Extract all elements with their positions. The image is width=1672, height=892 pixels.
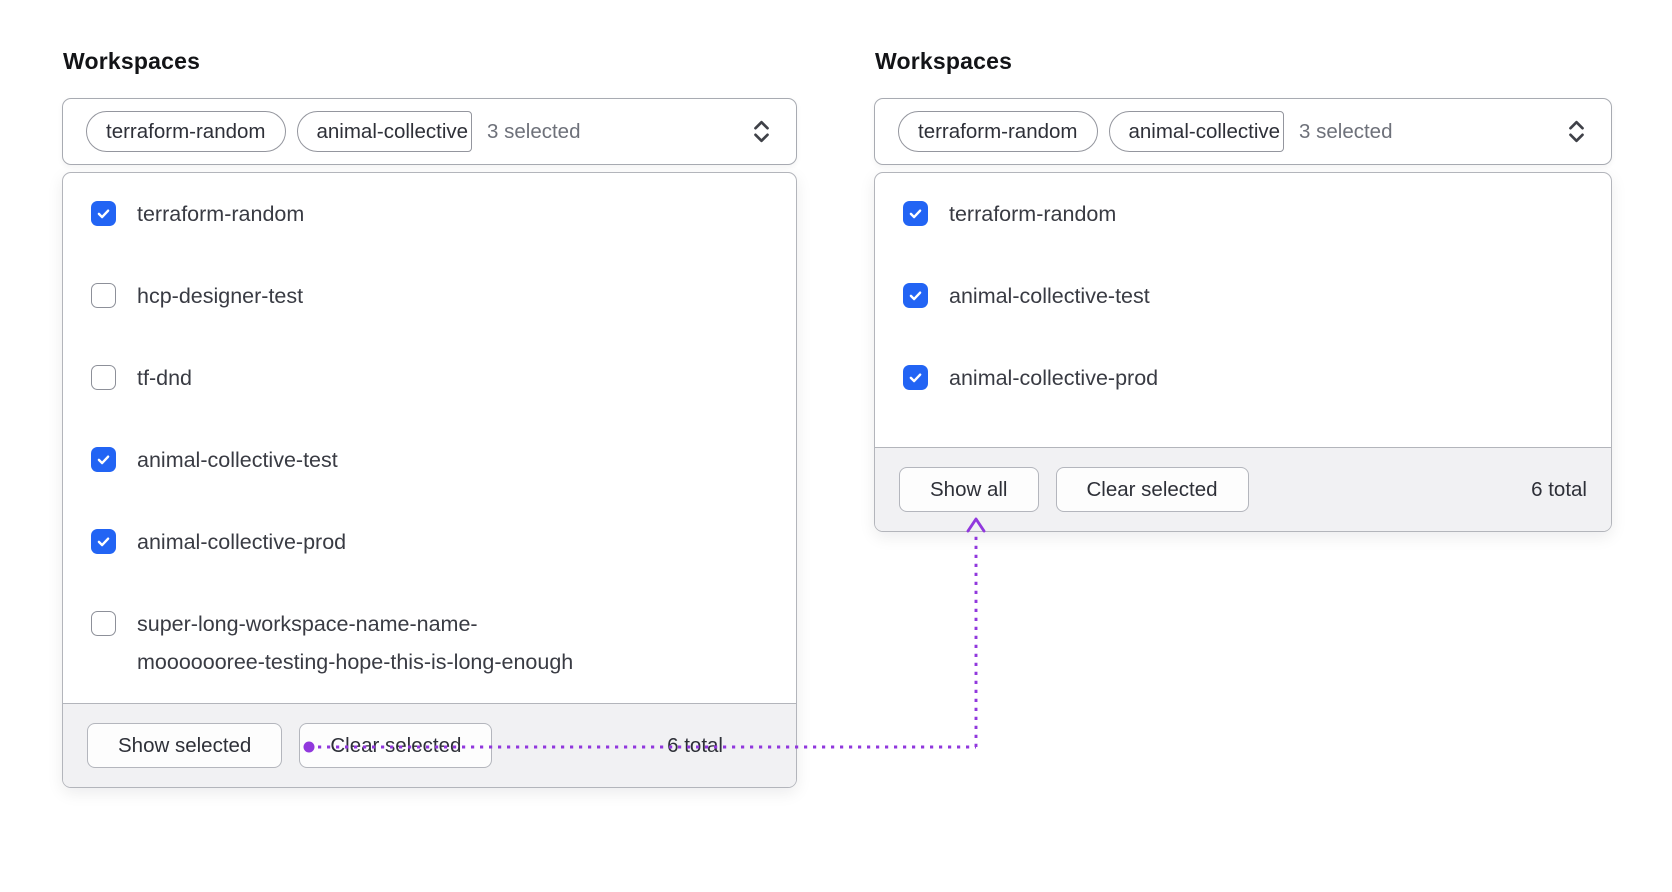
- list-item[interactable]: super-long-workspace-name-name-moooooore…: [91, 583, 768, 703]
- page-title: Workspaces: [63, 48, 201, 74]
- list-item[interactable]: animal-collective-test: [91, 419, 768, 501]
- checkbox[interactable]: [903, 201, 928, 226]
- checkbox[interactable]: [91, 201, 116, 226]
- checkbox[interactable]: [903, 283, 928, 308]
- selected-tag-truncated: animal-collective: [296, 111, 473, 152]
- show-all-button[interactable]: Show all: [899, 467, 1039, 512]
- item-label: terraform-random: [137, 202, 305, 226]
- workspaces-dropdown-card: terraform-random animal-collective-test …: [874, 172, 1612, 532]
- selected-tag: terraform-random: [86, 111, 286, 152]
- item-label: animal-collective-prod: [949, 366, 1159, 390]
- workspaces-select-trigger[interactable]: terraform-random animal-collective 3 sel…: [62, 98, 797, 165]
- checkmark-icon: [97, 209, 110, 219]
- workspaces-listbox: terraform-random animal-collective-test …: [875, 173, 1611, 447]
- selected-tag-truncated: animal-collective: [1108, 111, 1285, 152]
- item-label: tf-dnd: [137, 366, 192, 390]
- checkbox[interactable]: [91, 611, 116, 636]
- checkbox[interactable]: [91, 283, 116, 308]
- workspaces-listbox: terraform-random hcp-designer-test tf-dn…: [63, 173, 796, 703]
- show-selected-button[interactable]: Show selected: [87, 723, 283, 768]
- total-count: 6 total: [1531, 477, 1587, 501]
- checkbox[interactable]: [91, 365, 116, 390]
- checkbox[interactable]: [91, 447, 116, 472]
- list-item[interactable]: terraform-random: [91, 173, 768, 255]
- total-count: 6 total: [667, 733, 723, 757]
- item-label: terraform-random: [949, 202, 1117, 226]
- workspaces-select-trigger[interactable]: terraform-random animal-collective 3 sel…: [874, 98, 1612, 165]
- list-item[interactable]: tf-dnd: [91, 337, 768, 419]
- checkmark-icon: [909, 291, 922, 301]
- selected-tag: terraform-random: [898, 111, 1098, 152]
- chevron-up-down-icon: [1565, 117, 1588, 146]
- clear-selected-button[interactable]: Clear selected: [1055, 467, 1249, 512]
- list-item[interactable]: terraform-random: [903, 173, 1583, 255]
- checkmark-icon: [909, 373, 922, 383]
- checkbox[interactable]: [903, 365, 928, 390]
- chevron-up-down-icon: [750, 117, 773, 146]
- workspaces-dropdown-card: terraform-random hcp-designer-test tf-dn…: [62, 172, 797, 788]
- selected-count: 3 selected: [487, 119, 581, 143]
- selected-count: 3 selected: [1299, 119, 1393, 143]
- item-label: super-long-workspace-name-name-moooooore…: [137, 612, 574, 674]
- checkmark-icon: [97, 455, 110, 465]
- list-item[interactable]: animal-collective-prod: [91, 501, 768, 583]
- list-item[interactable]: animal-collective-test: [903, 255, 1583, 337]
- dropdown-footer: Show selected Clear selected 6 total: [63, 703, 796, 787]
- dropdown-footer: Show all Clear selected 6 total: [875, 447, 1611, 531]
- list-item[interactable]: animal-collective-prod: [903, 337, 1583, 419]
- item-label: hcp-designer-test: [137, 284, 304, 308]
- item-label: animal-collective-test: [137, 448, 338, 472]
- item-label: animal-collective-test: [949, 284, 1150, 308]
- list-item[interactable]: hcp-designer-test: [91, 255, 768, 337]
- item-label: animal-collective-prod: [137, 530, 347, 554]
- clear-selected-button[interactable]: Clear selected: [299, 723, 493, 768]
- checkmark-icon: [97, 537, 110, 547]
- page-title: Workspaces: [875, 48, 1013, 74]
- checkbox[interactable]: [91, 529, 116, 554]
- checkmark-icon: [909, 209, 922, 219]
